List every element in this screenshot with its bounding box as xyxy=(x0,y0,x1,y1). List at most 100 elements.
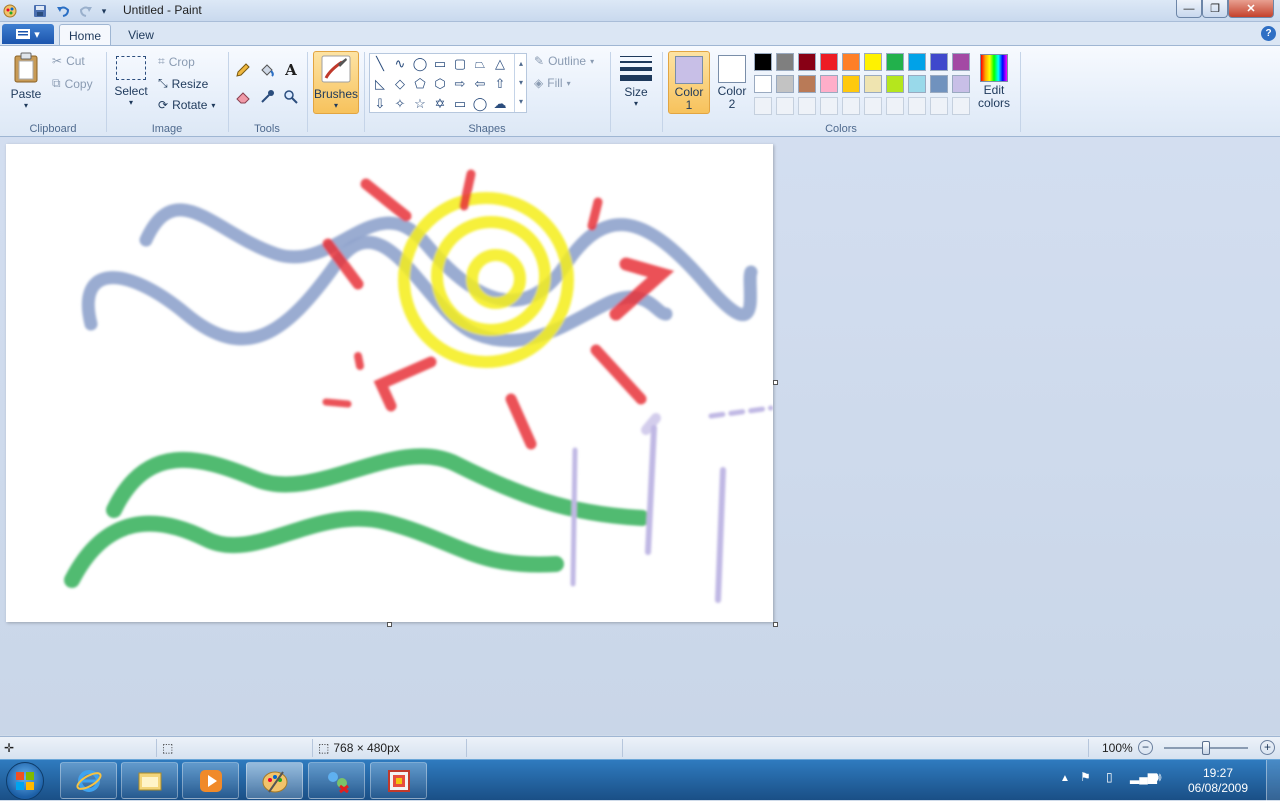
paint-menu-button[interactable]: ▾ xyxy=(2,24,54,44)
clock[interactable]: 19:27 06/08/2009 xyxy=(1180,766,1256,796)
palette-custom-slot[interactable] xyxy=(754,97,772,115)
redo-icon[interactable] xyxy=(78,3,94,19)
curve-shape-icon[interactable]: ∿ xyxy=(390,54,410,73)
fill-button[interactable]: ◈ Fill ▾ xyxy=(534,76,571,90)
show-desktop-button[interactable] xyxy=(1266,760,1280,801)
up-arrow-shape-icon[interactable]: ⇧ xyxy=(490,74,510,93)
help-icon[interactable]: ? xyxy=(1261,26,1276,41)
rounded-rectangle-shape-icon[interactable]: ▢ xyxy=(450,54,470,73)
five-point-star-shape-icon[interactable]: ☆ xyxy=(410,94,430,113)
save-icon[interactable] xyxy=(32,3,48,19)
oval-shape-icon[interactable]: ◯ xyxy=(410,54,430,73)
cut-button[interactable]: ✂ Cut xyxy=(52,54,85,68)
palette-color-swatch[interactable] xyxy=(842,75,860,93)
paint-app-icon[interactable] xyxy=(2,3,18,19)
tab-view[interactable]: View xyxy=(116,24,166,46)
brushes-button[interactable]: Brushes ▾ xyxy=(313,51,359,114)
fill-bucket-icon[interactable] xyxy=(257,60,277,80)
palette-color-swatch[interactable] xyxy=(776,53,794,71)
color-picker-icon[interactable] xyxy=(257,87,277,107)
resize-button[interactable]: ⤡ Resize xyxy=(158,76,208,91)
palette-color-swatch[interactable] xyxy=(864,75,882,93)
outline-button[interactable]: ✎ Outline ▾ xyxy=(534,54,594,68)
zoom-out-button[interactable]: − xyxy=(1138,740,1153,755)
palette-color-swatch[interactable] xyxy=(886,75,904,93)
magnifier-icon[interactable] xyxy=(281,87,301,107)
taskbar-paint[interactable] xyxy=(246,762,303,799)
color1-button[interactable]: Color 1 xyxy=(668,51,710,114)
palette-custom-slot[interactable] xyxy=(864,97,882,115)
pencil-icon[interactable] xyxy=(233,60,253,80)
volume-icon[interactable]: 🔊︎ xyxy=(1154,770,1162,785)
cloud-callout-shape-icon[interactable]: ☁ xyxy=(490,94,510,113)
resize-handle-bottom[interactable] xyxy=(387,622,392,627)
undo-icon[interactable] xyxy=(55,3,71,19)
shapes-scroll[interactable]: ▴ ▾ ▾ xyxy=(514,54,527,112)
battery-icon[interactable]: ▯ xyxy=(1106,770,1113,784)
text-tool-icon[interactable]: A xyxy=(281,60,301,80)
color2-button[interactable]: Color 2 xyxy=(711,51,753,114)
palette-color-swatch[interactable] xyxy=(930,75,948,93)
taskbar-remote-app[interactable] xyxy=(370,762,427,799)
diamond-shape-icon[interactable]: ◇ xyxy=(390,74,410,93)
palette-custom-slot[interactable] xyxy=(930,97,948,115)
resize-handle-right[interactable] xyxy=(773,380,778,385)
eraser-icon[interactable] xyxy=(233,87,253,107)
triangle-shape-icon[interactable]: △ xyxy=(490,54,510,73)
palette-custom-slot[interactable] xyxy=(908,97,926,115)
palette-custom-slot[interactable] xyxy=(820,97,838,115)
start-button[interactable] xyxy=(6,762,44,800)
palette-custom-slot[interactable] xyxy=(952,97,970,115)
taskbar-media-player[interactable] xyxy=(182,762,239,799)
line-shape-icon[interactable]: ╲ xyxy=(370,54,390,73)
right-arrow-shape-icon[interactable]: ⇨ xyxy=(450,74,470,93)
select-button[interactable]: Select ▾ xyxy=(112,54,150,107)
palette-color-swatch[interactable] xyxy=(842,53,860,71)
taskbar-windows-explorer[interactable] xyxy=(121,762,178,799)
palette-custom-slot[interactable] xyxy=(842,97,860,115)
four-point-star-shape-icon[interactable]: ✧ xyxy=(390,94,410,113)
taskbar-network[interactable] xyxy=(308,762,365,799)
palette-color-swatch[interactable] xyxy=(820,53,838,71)
left-arrow-shape-icon[interactable]: ⇦ xyxy=(470,74,490,93)
paste-button[interactable]: Paste ▾ xyxy=(6,52,46,110)
oval-callout-shape-icon[interactable]: ◯ xyxy=(470,94,490,113)
palette-color-swatch[interactable] xyxy=(820,75,838,93)
rounded-callout-shape-icon[interactable]: ▭ xyxy=(450,94,470,113)
taskbar-internet-explorer[interactable] xyxy=(60,762,117,799)
zoom-in-button[interactable]: + xyxy=(1260,740,1275,755)
palette-color-swatch[interactable] xyxy=(754,75,772,93)
network-signal-icon[interactable]: ▂▄▆ xyxy=(1130,770,1157,784)
palette-color-swatch[interactable] xyxy=(886,53,904,71)
action-center-icon[interactable]: ⚑ xyxy=(1080,770,1091,784)
palette-color-swatch[interactable] xyxy=(798,53,816,71)
palette-custom-slot[interactable] xyxy=(886,97,904,115)
close-button[interactable]: ✕ xyxy=(1228,0,1274,18)
right-triangle-shape-icon[interactable]: ◺ xyxy=(370,74,390,93)
rotate-button[interactable]: ⟳ Rotate ▾ xyxy=(158,98,215,112)
restore-button[interactable]: ❐ xyxy=(1202,0,1228,18)
palette-color-swatch[interactable] xyxy=(754,53,772,71)
crop-button[interactable]: ⌗ Crop xyxy=(158,54,195,69)
copy-button[interactable]: ⧉ Copy xyxy=(52,76,93,91)
show-hidden-icons-icon[interactable]: ▲ xyxy=(1060,773,1070,784)
palette-color-swatch[interactable] xyxy=(930,53,948,71)
six-point-star-shape-icon[interactable]: ✡ xyxy=(430,94,450,113)
edit-colors-button[interactable]: Edit colors xyxy=(975,54,1013,110)
zoom-slider-thumb[interactable] xyxy=(1202,741,1210,755)
minimize-button[interactable]: — xyxy=(1176,0,1202,18)
palette-color-swatch[interactable] xyxy=(952,75,970,93)
palette-color-swatch[interactable] xyxy=(952,53,970,71)
zoom-slider[interactable] xyxy=(1164,741,1248,755)
polygon-shape-icon[interactable]: ⏢ xyxy=(470,54,490,73)
tab-home[interactable]: Home xyxy=(59,24,111,46)
rectangle-shape-icon[interactable]: ▭ xyxy=(430,54,450,73)
customize-icon[interactable]: ▾ xyxy=(96,3,112,19)
palette-color-swatch[interactable] xyxy=(798,75,816,93)
drawing-canvas[interactable] xyxy=(6,144,774,622)
palette-custom-slot[interactable] xyxy=(776,97,794,115)
palette-color-swatch[interactable] xyxy=(864,53,882,71)
palette-color-swatch[interactable] xyxy=(908,53,926,71)
palette-color-swatch[interactable] xyxy=(908,75,926,93)
pentagon-shape-icon[interactable]: ⬠ xyxy=(410,74,430,93)
